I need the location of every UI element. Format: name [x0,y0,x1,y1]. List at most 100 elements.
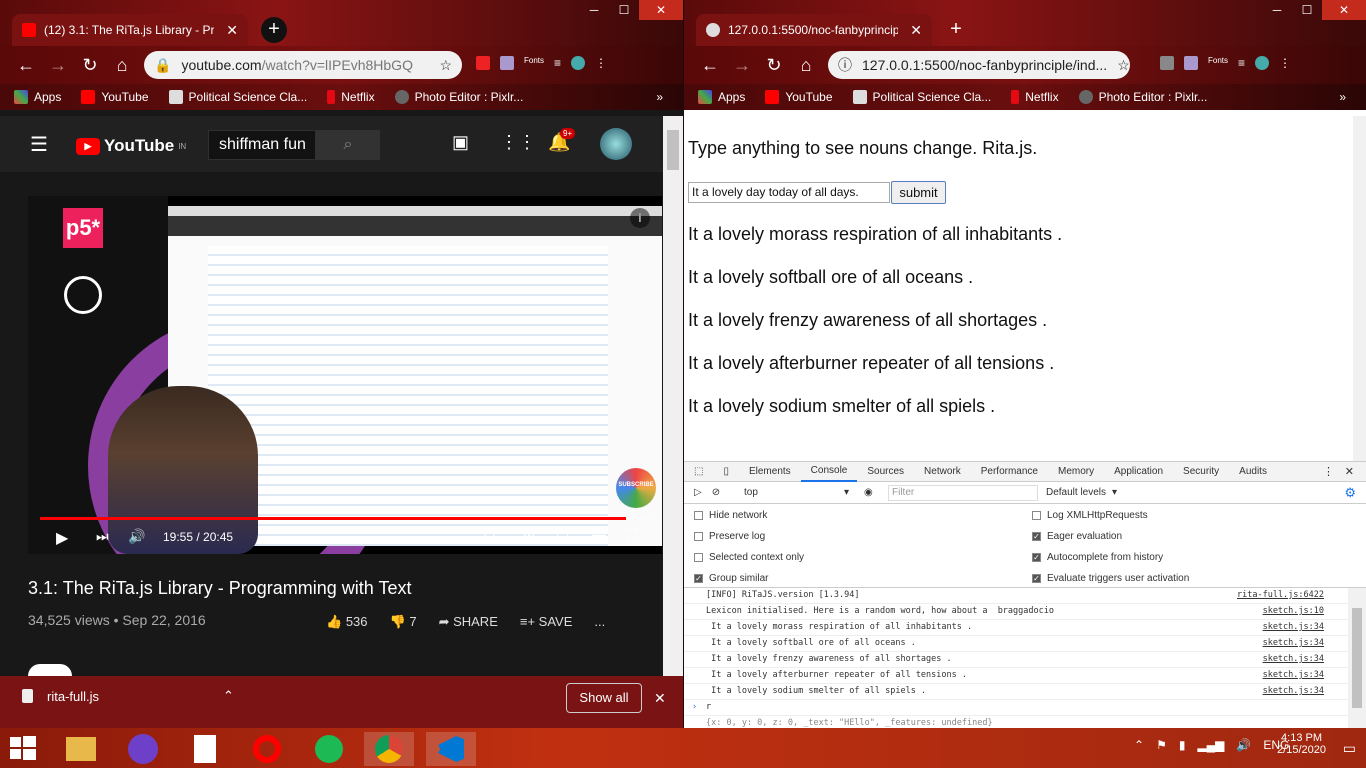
star-icon[interactable]: ☆ [439,57,452,74]
close-downloads-icon[interactable]: ✕ [654,690,666,707]
apps-grid-icon[interactable]: ⋮⋮ [500,132,536,153]
reload-icon[interactable]: ↻ [74,55,106,76]
tab-application[interactable]: Application [1104,466,1173,477]
profile-avatar[interactable] [1255,56,1270,70]
profile-avatar[interactable] [571,56,586,70]
scroll-thumb[interactable] [667,130,679,170]
bookmark-netflix[interactable]: Netflix [327,90,375,104]
fullscreen-icon[interactable]: ⛶ [628,526,638,543]
browser-tab[interactable]: 127.0.0.1:5500/noc-fanbyprinciple ✕ [696,14,932,46]
log-source-link[interactable]: sketch.js:34 [1263,620,1324,635]
address-bar[interactable]: 🔒 youtube.com/watch?v=lIPEvh8HbGQ ☆ [144,51,462,79]
checkbox[interactable]: ✓ [1032,553,1041,562]
avatar[interactable] [600,128,632,160]
theater-icon[interactable]: ▬ [592,526,606,542]
more-bookmarks-icon[interactable]: » [656,90,663,104]
bookmark-pixlr[interactable]: Photo Editor : Pixlr... [1078,90,1207,104]
bookmark-youtube[interactable]: YouTube [765,90,833,104]
levels-chevron-down-icon[interactable]: ▾ [1112,487,1117,498]
next-icon[interactable]: ⏭ [96,528,109,545]
scroll-thumb[interactable] [1352,608,1362,708]
bookmark-polisci[interactable]: Political Science Cla... [168,90,307,104]
minimize-icon[interactable]: ─ [1262,0,1292,20]
log-source-link[interactable]: sketch.js:34 [1263,652,1324,667]
checkbox[interactable] [694,511,703,520]
show-all-button[interactable]: Show all [566,683,642,713]
close-window-icon[interactable]: ✕ [1322,0,1366,20]
forward-arrow-icon[interactable]: → [726,55,758,76]
spotify-icon[interactable] [304,732,354,766]
devtools-menu-icon[interactable]: ⋮ [1323,465,1334,478]
tab-elements[interactable]: Elements [739,466,801,477]
bookmark-apps[interactable]: Apps [698,90,745,104]
log-source-link[interactable]: sketch.js:10 [1263,604,1324,619]
wifi-icon[interactable]: ▂▄▆ [1197,738,1224,752]
new-tab-button[interactable]: + [261,17,287,43]
play-icon[interactable]: ▶ [56,528,68,548]
browser-tab[interactable]: (12) 3.1: The RiTa.js Library - Prog ✕ [12,14,248,46]
volume-icon[interactable]: 🔊 [128,528,145,545]
inspect-icon[interactable]: ⬚ [684,466,713,477]
checkbox[interactable]: ✓ [1032,574,1041,583]
extension-icon[interactable] [1184,56,1198,70]
sidebar-toggle-icon[interactable]: ▷ [694,487,702,498]
chevron-up-icon[interactable]: ⌃ [223,688,234,704]
back-arrow-icon[interactable]: ← [10,55,42,76]
file-explorer-icon[interactable] [56,732,106,766]
save-button[interactable]: ≡+ SAVE [520,614,573,630]
menu-icon[interactable]: ⋮ [595,56,607,70]
log-source-link[interactable]: sketch.js:34 [1263,684,1324,699]
fonts-ext[interactable]: Fonts [524,56,544,70]
checkbox[interactable]: ✓ [1032,532,1041,541]
youtube-logo[interactable]: ▶ YouTube IN [76,136,186,156]
context-chevron-down-icon[interactable]: ▾ [844,487,849,498]
subscribe-watermark[interactable]: SUBSCRIBE [616,468,656,508]
tab-sources[interactable]: Sources [857,466,914,477]
new-tab-button[interactable]: + [943,17,969,43]
menu-icon[interactable]: ⋮ [1279,56,1291,70]
log-source-link[interactable]: sketch.js:34 [1263,636,1324,651]
gear-icon[interactable]: ⚙ [522,526,536,546]
console-setting-checkbox[interactable]: Log XMLHttpRequests [1032,510,1148,521]
prompt-input[interactable]: r [706,700,711,715]
page-scrollbar[interactable] [663,116,683,676]
tab-audits[interactable]: Audits [1229,466,1277,477]
console-setting-checkbox[interactable]: ✓ Evaluate triggers user activation [1032,573,1189,584]
home-icon[interactable]: ⌂ [106,55,138,76]
extension-icon[interactable] [500,56,514,70]
console-prompt[interactable]: › r [684,700,1348,716]
video-player[interactable]: p5* SUBSCRIBE i ▶ ⏭ 🔊 19:55 / 20:45 CC ⚙… [28,196,662,554]
vscode-icon[interactable] [426,732,476,766]
hamburger-menu-icon[interactable]: ☰ [30,132,48,157]
reload-icon[interactable]: ↻ [758,55,790,76]
create-video-icon[interactable]: ▣ [452,132,469,153]
close-tab-icon[interactable]: ✕ [910,22,922,39]
bookmark-youtube[interactable]: YouTube [81,90,149,104]
forward-arrow-icon[interactable]: → [42,55,74,76]
tab-memory[interactable]: Memory [1048,466,1104,477]
console-setting-checkbox[interactable]: Preserve log [694,531,765,542]
youtube-ext-icon[interactable] [1160,56,1174,70]
gear-icon[interactable]: ⚙ [1344,485,1356,501]
checkbox[interactable] [694,532,703,541]
clock[interactable]: 4:13 PM 2/15/2020 [1277,732,1326,756]
device-toggle-icon[interactable]: ▯ [713,466,739,477]
info-icon[interactable]: i [630,208,650,228]
maximize-icon[interactable]: ☐ [609,0,639,20]
sentence-input[interactable]: It a lovely day today of all days. [688,182,890,203]
video-progress-bar[interactable] [40,517,650,520]
bookmark-apps[interactable]: Apps [14,90,61,104]
search-input[interactable]: shiffman fun [208,130,316,160]
like-button[interactable]: 👍 536 [326,614,368,630]
battery-icon[interactable]: ▮ [1179,738,1186,752]
clear-console-icon[interactable]: ⊘ [712,487,720,498]
minimize-icon[interactable]: ─ [579,0,609,20]
submit-button[interactable]: submit [891,181,946,204]
console-scrollbar[interactable] [1348,588,1366,728]
home-icon[interactable]: ⌂ [790,55,822,76]
console-setting-checkbox[interactable]: ✓ Eager evaluation [1032,531,1122,542]
checkbox[interactable] [1032,511,1041,520]
close-tab-icon[interactable]: ✕ [226,22,238,39]
star-icon[interactable]: ☆ [1117,57,1130,74]
fonts-ext[interactable]: Fonts [1208,56,1228,70]
